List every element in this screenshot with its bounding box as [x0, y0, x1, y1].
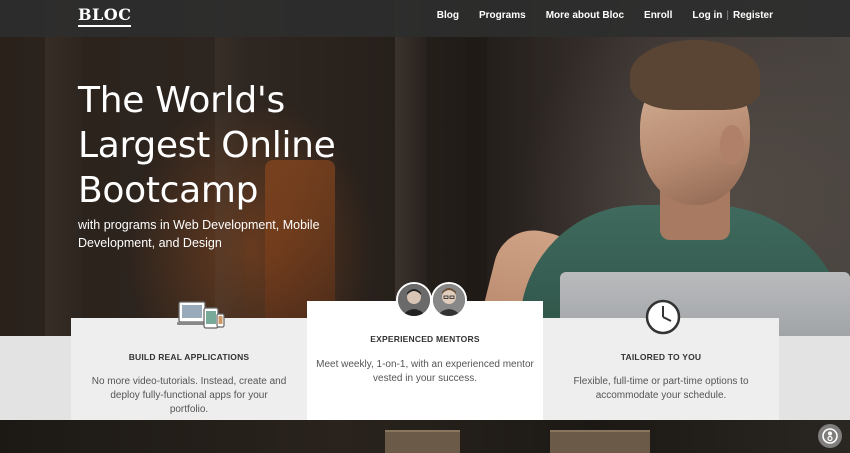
feature-description: Meet weekly, 1-on-1, with an experienced…: [316, 359, 534, 384]
nav-separator: |: [726, 10, 729, 21]
person-icon: [433, 284, 465, 316]
hero-title: The World's Largest Online Bootcamp: [78, 78, 378, 213]
feature-title: EXPERIENCED MENTORS: [370, 334, 480, 344]
devices-icon: [177, 301, 225, 329]
person-icon: [398, 284, 430, 316]
background-crate: [385, 430, 460, 453]
feature-title: BUILD REAL APPLICATIONS: [128, 352, 250, 362]
hero-title-line: The World's: [78, 80, 285, 121]
bloc-logo[interactable]: BLOC: [78, 5, 132, 27]
hero-subtitle: with programs in Web Development, Mobile…: [78, 218, 320, 250]
help-glyph-icon: [822, 428, 838, 444]
hero-title-line: Largest Online: [78, 125, 336, 166]
nav-link-log-in[interactable]: Log in: [692, 10, 722, 21]
help-chat-icon[interactable]: [818, 424, 842, 448]
clock-icon: [645, 299, 681, 335]
feature-title: TAILORED TO YOU: [620, 352, 702, 362]
feature-card-build-real-applications: BUILD REAL APPLICATIONS No more video-tu…: [71, 318, 307, 420]
feature-description: Flexible, full-time or part-time options…: [573, 376, 749, 401]
nav-link-blog[interactable]: Blog: [437, 10, 459, 21]
mentor-avatar: [431, 282, 467, 318]
feature-description: No more video-tutorials. Instead, create…: [91, 376, 287, 415]
mentor-avatar: [396, 282, 432, 318]
nav-link-enroll[interactable]: Enroll: [644, 10, 672, 21]
nav-link-more-about-bloc[interactable]: More about Bloc: [546, 10, 624, 21]
top-navbar: BLOC Blog Programs More about Bloc Enrol…: [0, 0, 850, 37]
nav-link-register[interactable]: Register: [733, 10, 773, 21]
background-crate: [550, 430, 650, 453]
person-hair: [630, 40, 760, 110]
hero-title-line: Bootcamp: [78, 170, 259, 211]
feature-card-experienced-mentors: EXPERIENCED MENTORS Meet weekly, 1-on-1,…: [307, 301, 543, 420]
nav-links: Blog Programs More about Bloc Enroll Log…: [437, 10, 773, 21]
nav-link-programs[interactable]: Programs: [479, 10, 526, 21]
person-ear: [720, 125, 744, 165]
